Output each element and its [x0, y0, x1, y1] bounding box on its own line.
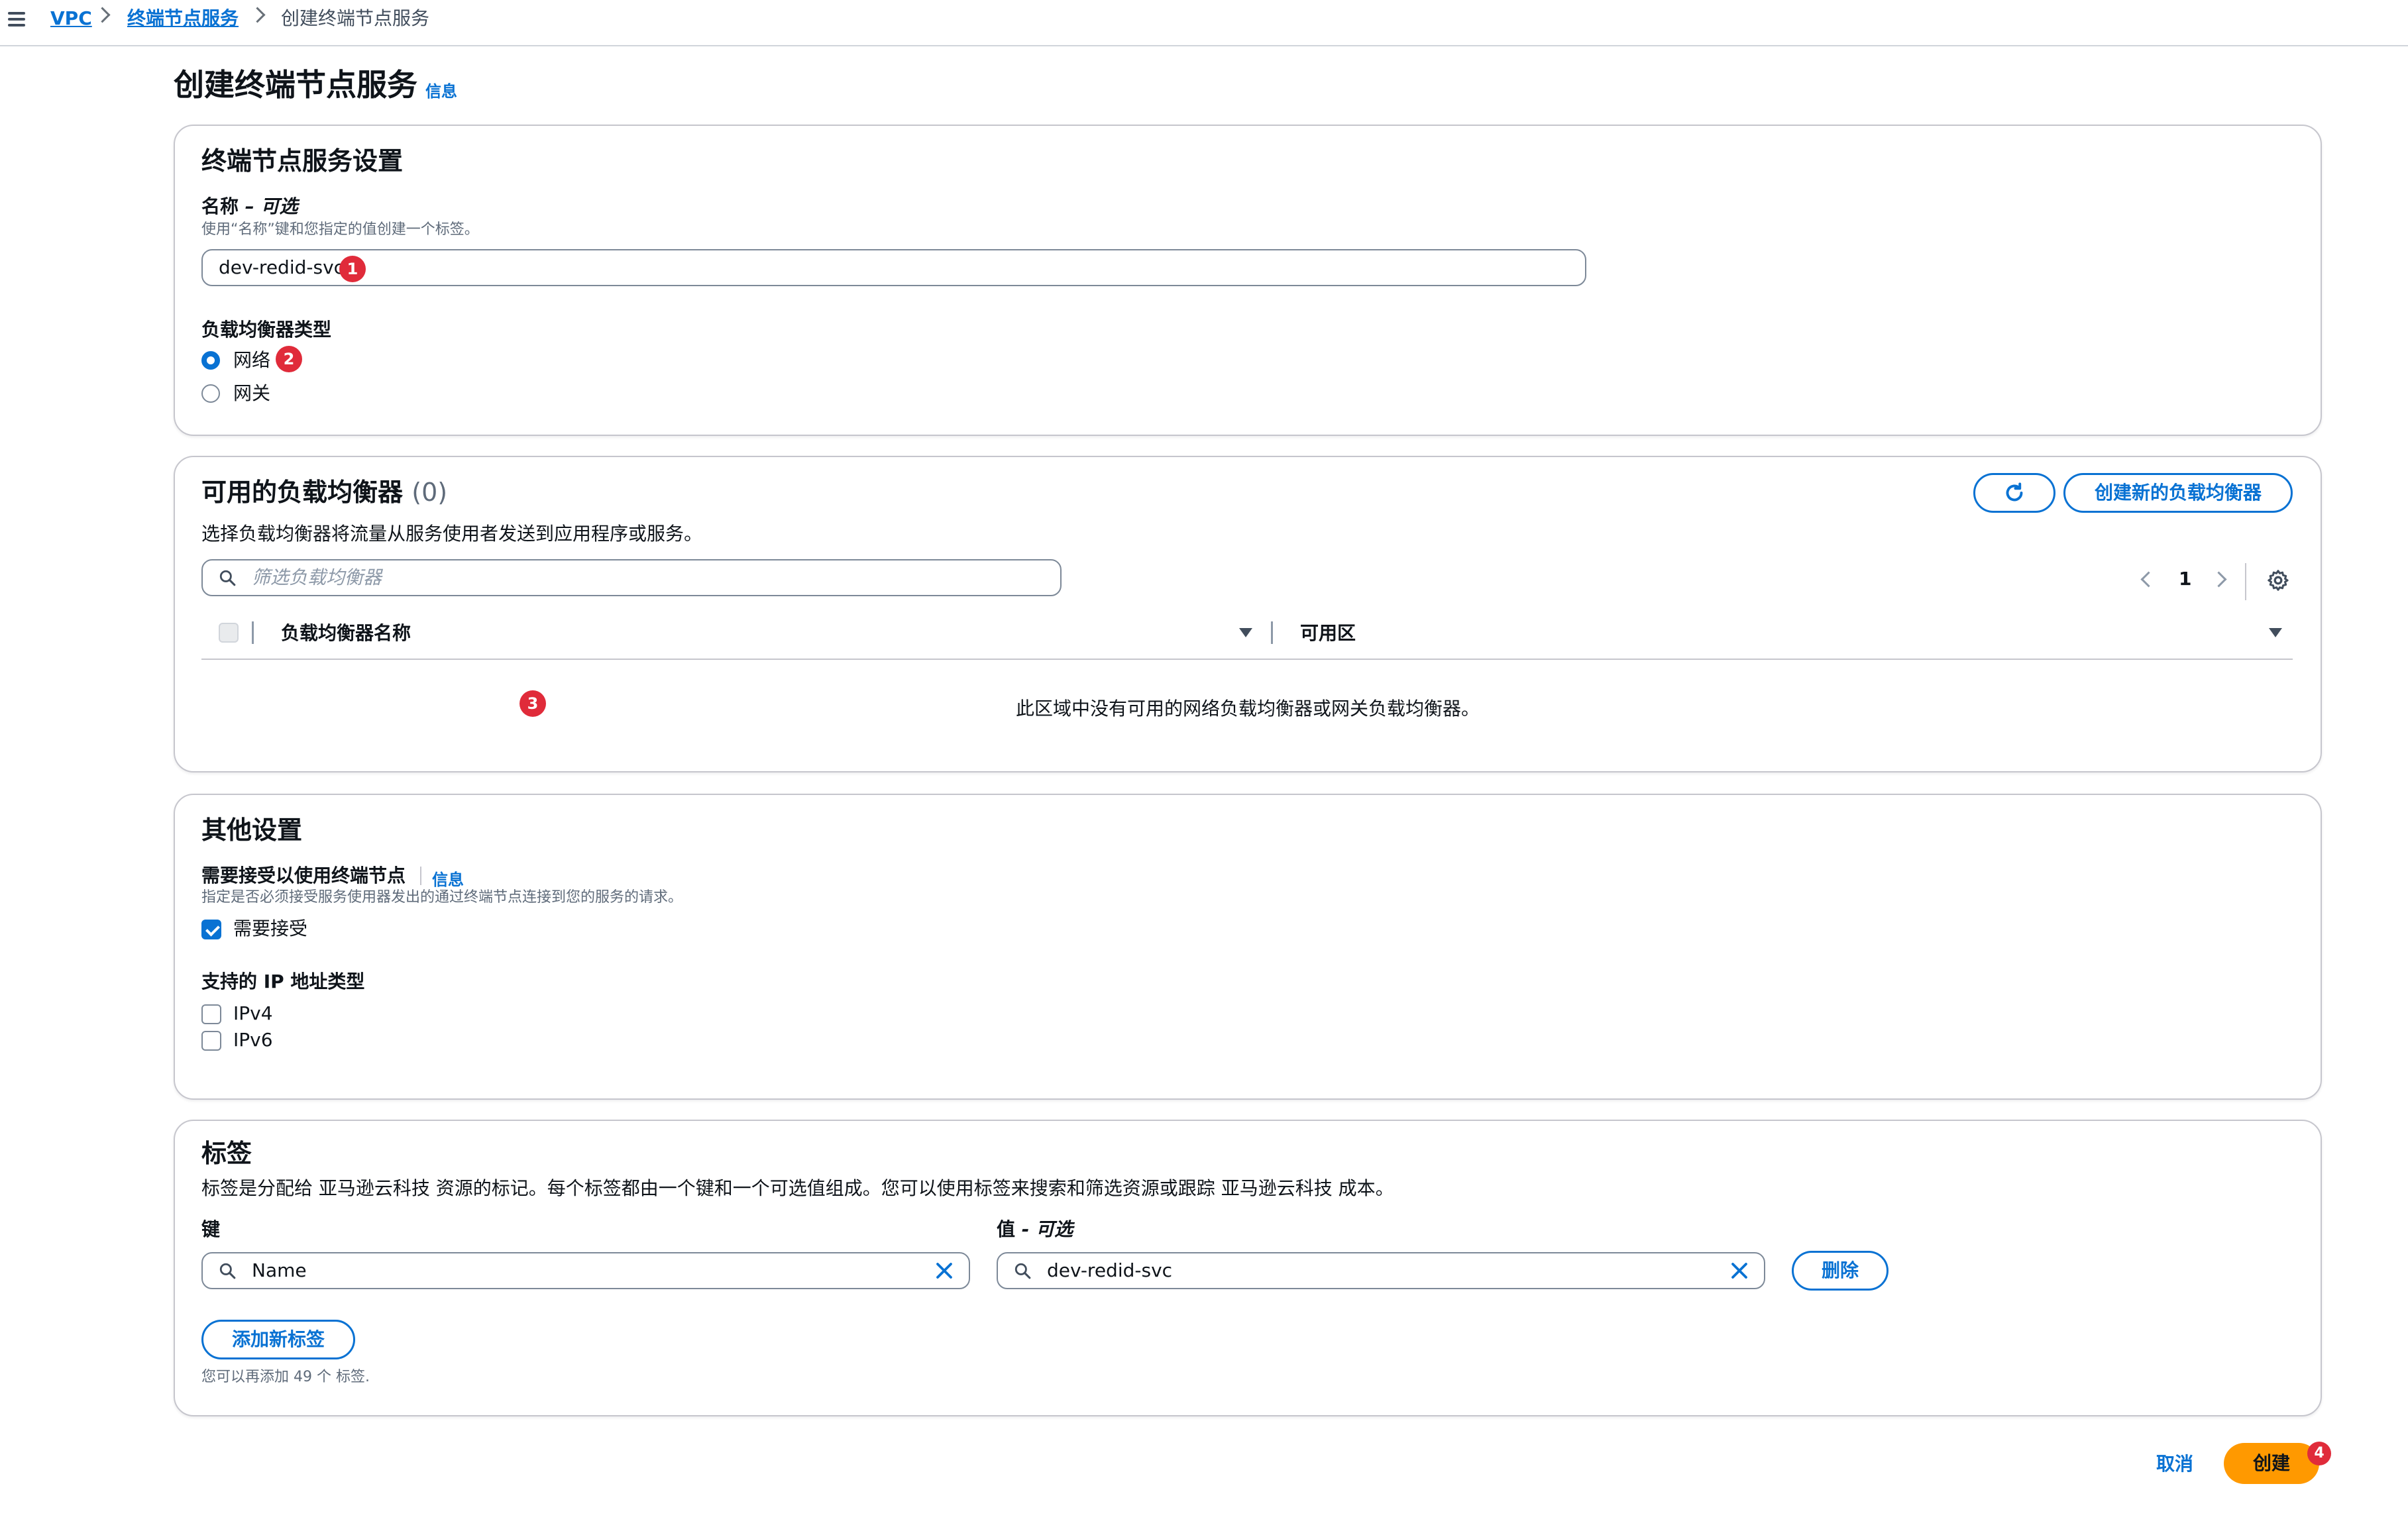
- column-divider: [252, 621, 254, 644]
- search-icon: [219, 570, 236, 586]
- tag-key-label: 键: [201, 1218, 221, 1240]
- search-icon: [1014, 1263, 1031, 1279]
- tag-key-value: Name: [252, 1259, 307, 1281]
- label-divider: [420, 867, 421, 885]
- info-link[interactable]: 信息: [425, 78, 457, 101]
- endpoint-service-settings-panel: 终端节点服务设置 名称 – 可选 使用“名称”键和您指定的值创建一个标签。 de…: [174, 125, 2322, 436]
- page-title: 创建终端节点服务: [174, 67, 417, 103]
- chevron-right-icon: [249, 7, 266, 23]
- previous-page-icon[interactable]: [2140, 571, 2157, 588]
- name-input-value: dev-redid-svc: [219, 256, 345, 278]
- tag-value-label: 值 - 可选: [997, 1218, 1073, 1242]
- pagination-divider: [2245, 563, 2246, 600]
- tags-description: 标签是分配给 亚马逊云科技 资源的标记。每个标签都由一个键和一个可选值组成。您可…: [201, 1177, 1394, 1199]
- section-title: 标签: [201, 1139, 252, 1168]
- ipv4-checkbox[interactable]: [201, 1004, 221, 1024]
- annotation-badge-1: 1: [339, 256, 366, 282]
- sort-icon[interactable]: [1239, 628, 1252, 637]
- radio-network[interactable]: [201, 351, 220, 370]
- menu-icon[interactable]: [7, 9, 27, 29]
- radio-gateway-label: 网关: [233, 382, 271, 404]
- section-title: 可用的负载均衡器 (0): [201, 476, 447, 509]
- breadcrumb-vpc[interactable]: VPC: [50, 5, 92, 32]
- create-button[interactable]: 创建: [2224, 1443, 2319, 1484]
- section-title: 其他设置: [201, 816, 303, 845]
- optional-text: - 可选: [1021, 1218, 1073, 1240]
- sort-icon[interactable]: [2269, 628, 2282, 637]
- lb-description: 选择负载均衡器将流量从服务使用者发送到应用程序或服务。: [201, 523, 703, 545]
- name-label: 名称 – 可选: [201, 195, 298, 219]
- available-load-balancers-panel: 可用的负载均衡器 (0) 选择负载均衡器将流量从服务使用者发送到应用程序或服务。…: [174, 456, 2322, 772]
- name-label-text: 名称: [201, 195, 239, 217]
- tag-value-input[interactable]: dev-redid-svc: [997, 1252, 1765, 1289]
- refresh-icon: [2006, 482, 2023, 502]
- table-header-divider: [201, 659, 2293, 660]
- acceptance-checkbox-label: 需要接受: [233, 918, 308, 939]
- breadcrumb-current: 创建终端节点服务: [281, 7, 430, 29]
- acceptance-description: 指定是否必须接受服务使用器发出的通过终端节点连接到您的服务的请求。: [201, 889, 683, 906]
- annotation-badge-2: 2: [276, 346, 302, 372]
- clear-icon[interactable]: [934, 1261, 954, 1281]
- section-title-text: 可用的负载均衡器: [201, 478, 404, 507]
- other-settings-panel: 其他设置 需要接受以使用终端节点 信息 指定是否必须接受服务使用器发出的通过终端…: [174, 794, 2322, 1100]
- acceptance-info-link[interactable]: 信息: [432, 867, 464, 890]
- add-tag-button[interactable]: 添加新标签: [201, 1320, 355, 1359]
- ipv6-label: IPv6: [233, 1029, 273, 1051]
- column-header-az[interactable]: 可用区: [1300, 621, 1356, 645]
- radio-network-label: 网络: [233, 349, 271, 371]
- tags-remaining-note: 您可以再添加 49 个 标签.: [201, 1369, 370, 1385]
- column-divider: [1271, 621, 1273, 644]
- settings-icon[interactable]: [2266, 568, 2290, 592]
- radio-gateway[interactable]: [201, 384, 220, 403]
- acceptance-label: 需要接受以使用终端节点: [201, 865, 406, 886]
- create-load-balancer-button[interactable]: 创建新的负载均衡器: [2063, 473, 2293, 513]
- next-page-icon[interactable]: [2211, 571, 2227, 588]
- name-description: 使用“名称”键和您指定的值创建一个标签。: [201, 221, 479, 238]
- name-input[interactable]: dev-redid-svc: [201, 249, 1586, 286]
- clear-icon[interactable]: [1729, 1261, 1749, 1281]
- top-navigation-bar: VPC 终端节点服务 创建终端节点服务: [0, 0, 2408, 46]
- remove-tag-button[interactable]: 删除: [1792, 1251, 1888, 1291]
- column-header-name[interactable]: 负载均衡器名称: [281, 621, 411, 645]
- tags-panel: 标签 标签是分配给 亚马逊云科技 资源的标记。每个标签都由一个键和一个可选值组成…: [174, 1120, 2322, 1416]
- filter-input[interactable]: 筛选负载均衡器: [201, 559, 1062, 596]
- lb-type-label: 负载均衡器类型: [201, 319, 332, 341]
- tag-value-value: dev-redid-svc: [1047, 1259, 1173, 1281]
- tag-value-label-text: 值: [997, 1218, 1016, 1240]
- optional-text: – 可选: [245, 195, 298, 217]
- section-title: 终端节点服务设置: [201, 146, 404, 176]
- cancel-button[interactable]: 取消: [2156, 1452, 2193, 1476]
- chevron-right-icon: [94, 7, 111, 23]
- filter-placeholder: 筛选负载均衡器: [252, 566, 382, 588]
- annotation-badge-4: 4: [2307, 1442, 2331, 1465]
- page-number[interactable]: 1: [2179, 567, 2191, 591]
- breadcrumb-endpoint-services[interactable]: 终端节点服务: [127, 5, 239, 32]
- lb-count: (0): [411, 478, 448, 507]
- empty-state-message: 此区域中没有可用的网络负载均衡器或网关负载均衡器。: [1015, 698, 1480, 719]
- acceptance-checkbox[interactable]: [201, 920, 221, 939]
- ipv4-label: IPv4: [233, 1002, 273, 1024]
- refresh-button[interactable]: [1973, 473, 2055, 513]
- ipv6-checkbox[interactable]: [201, 1031, 221, 1051]
- search-icon: [219, 1263, 236, 1279]
- ip-type-label: 支持的 IP 地址类型: [201, 971, 365, 992]
- select-all-checkbox[interactable]: [219, 623, 239, 643]
- tag-key-input[interactable]: Name: [201, 1252, 970, 1289]
